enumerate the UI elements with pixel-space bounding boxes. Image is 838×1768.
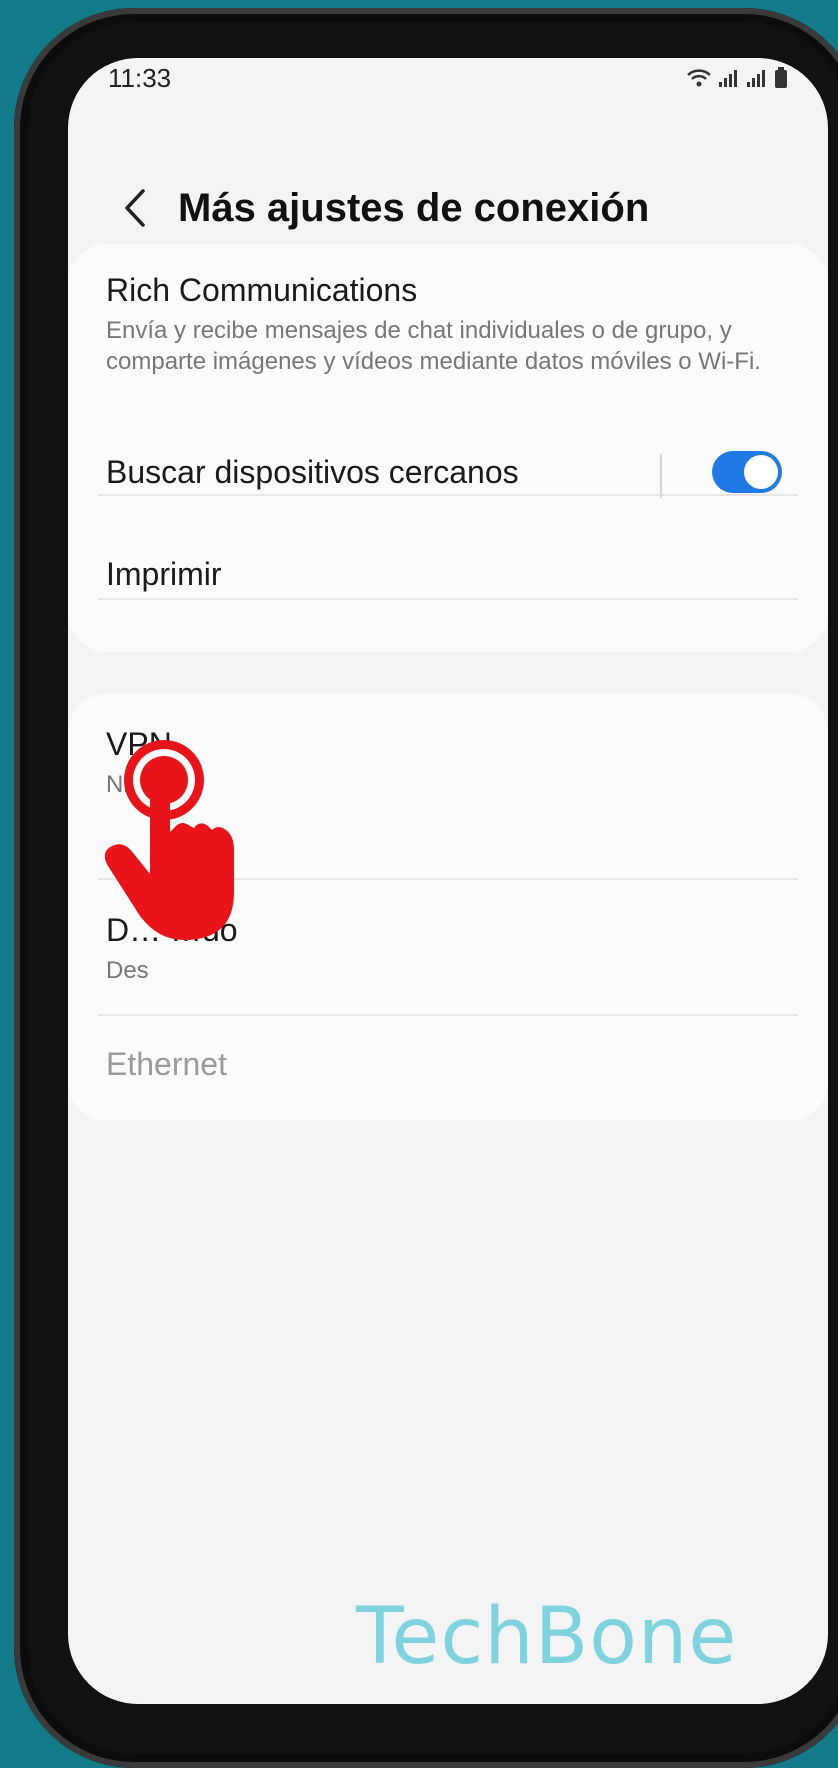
signal-icon-2 <box>747 70 765 87</box>
rich-communications-item[interactable]: Rich Communications Envía y recibe mensa… <box>106 272 790 377</box>
toggle-separator <box>660 454 662 498</box>
page-title: Más ajustes de conexión <box>178 185 650 230</box>
header: Más ajustes de conexión <box>68 168 828 248</box>
nearby-devices-item[interactable]: Buscar dispositivos cercanos <box>106 448 790 504</box>
tap-gesture-icon <box>104 740 234 940</box>
toggle-knob <box>744 455 778 489</box>
ethernet-title: Ethernet <box>106 1046 227 1082</box>
nearby-devices-toggle[interactable] <box>712 451 782 493</box>
techbone-watermark: TechBone <box>356 1592 738 1682</box>
status-bar: 11:33 <box>108 58 788 98</box>
battery-icon <box>775 67 787 88</box>
print-item[interactable]: Imprimir <box>106 546 790 593</box>
rich-communications-title: Rich Communications <box>106 272 418 308</box>
rich-communications-subtitle: Envía y recibe mensajes de chat individu… <box>106 317 761 375</box>
signal-icon <box>719 70 737 87</box>
back-button[interactable] <box>100 173 170 243</box>
settings-card-1: Rich Communications Envía y recibe mensa… <box>68 244 828 652</box>
divider <box>98 1014 798 1016</box>
divider <box>98 598 798 600</box>
chevron-left-icon <box>125 189 145 227</box>
status-icons <box>686 67 788 89</box>
private-dns-subtitle: Des <box>106 957 149 984</box>
print-title: Imprimir <box>106 556 222 592</box>
wifi-icon <box>687 69 711 87</box>
status-time: 11:33 <box>108 62 172 93</box>
ethernet-item[interactable]: Ethernet <box>106 1046 790 1083</box>
nearby-devices-title: Buscar dispositivos cercanos <box>106 454 519 490</box>
